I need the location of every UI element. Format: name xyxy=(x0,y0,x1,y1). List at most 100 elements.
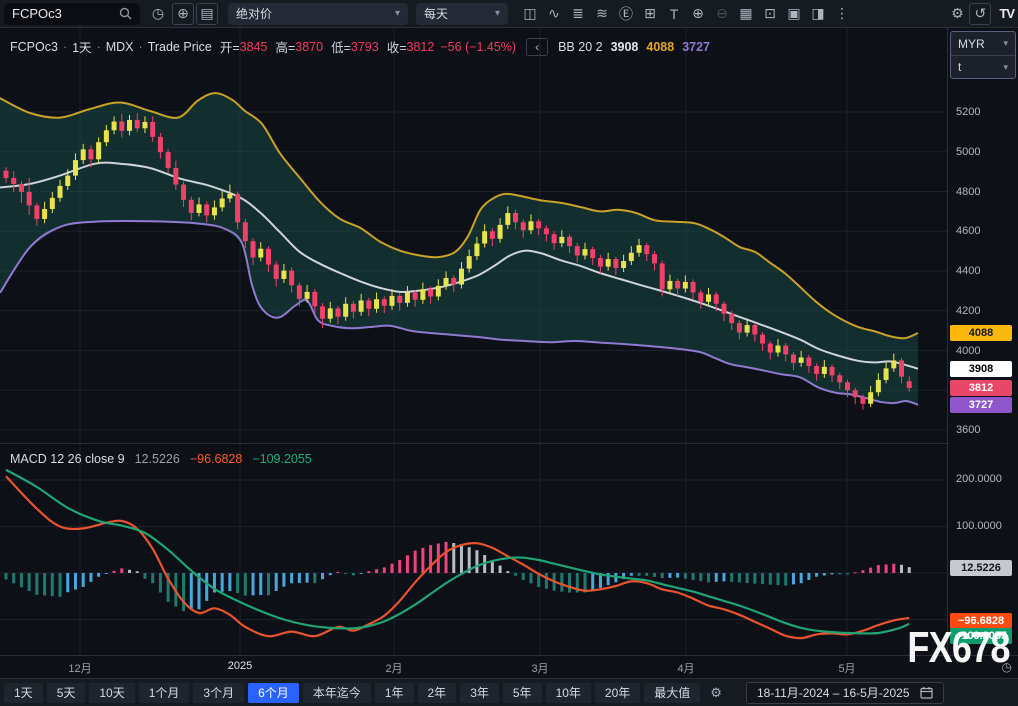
range-button-1个月[interactable]: 1个月 xyxy=(139,683,190,703)
clock-icon[interactable]: ◷ xyxy=(146,3,170,25)
macd-pane[interactable] xyxy=(0,443,947,655)
bb-lower-value: 3727 xyxy=(682,40,710,54)
zoom-out-icon: ⊖ xyxy=(710,3,734,25)
range-button-6个月[interactable]: 6个月 xyxy=(248,683,299,703)
date-range-text: 18-11月-2024 – 16-5月-2025 xyxy=(757,684,910,701)
patterns-icon[interactable]: ≋ xyxy=(590,3,614,25)
legend-symbol[interactable]: FCPOc3 xyxy=(10,40,58,54)
time-label-5月[interactable]: 5月 xyxy=(838,660,855,676)
currency-label: MYR xyxy=(958,37,985,51)
more-options-icon[interactable]: ⋮ xyxy=(830,3,854,25)
low-value: 3793 xyxy=(351,40,379,54)
unit-label: t xyxy=(958,60,961,74)
range-button-10天[interactable]: 10天 xyxy=(89,683,134,703)
symbol-search-input[interactable]: FCPOc3 xyxy=(4,3,140,25)
add-symbol-icon[interactable]: ⊕ xyxy=(172,3,194,25)
data-table-icon[interactable]: ▦ xyxy=(734,3,758,25)
high-label: 高= xyxy=(275,37,295,56)
folder-icon[interactable]: ▤ xyxy=(196,3,218,25)
macd-hist-value: 12.5226 xyxy=(135,452,180,466)
legend-separator: · xyxy=(63,40,67,54)
chart-type-icon[interactable]: ◫ xyxy=(518,3,542,25)
range-button-5天[interactable]: 5天 xyxy=(47,683,86,703)
indicator-templates-icon[interactable]: ≣ xyxy=(566,3,590,25)
price-axis[interactable]: MYR ▾ t ▾ 520050004800460044004200400036… xyxy=(947,28,1018,655)
range-button-10年[interactable]: 10年 xyxy=(546,683,591,703)
trading-chart-app: FCPOc3 ◷⊕▤ 绝对价 ▾ 每天 ▾ ◫∿≣≋Ⓔ⊞T⊕⊖▦⊡▣◨⋮ ⚙ ↺… xyxy=(0,0,1018,706)
clock-icon[interactable]: ◷ xyxy=(1002,660,1012,674)
macd-indicator-title[interactable]: MACD 12 26 close 9 xyxy=(10,452,125,466)
text-tool-icon[interactable]: T xyxy=(662,3,686,25)
compare-icon[interactable]: ⊞ xyxy=(638,3,662,25)
range-button-5年[interactable]: 5年 xyxy=(503,683,542,703)
publish-icon[interactable]: ◨ xyxy=(806,3,830,25)
close-label: 收= xyxy=(387,37,407,56)
price-pane[interactable] xyxy=(0,28,947,443)
open-label: 开= xyxy=(220,37,240,56)
chart-area: FCPOc3 · 1天 · MDX · Trade Price 开=3845 高… xyxy=(0,28,1018,678)
price-tick-4600: 4600 xyxy=(956,223,980,239)
undo-icon[interactable]: ↺ xyxy=(969,3,991,25)
layout-icon[interactable]: ▣ xyxy=(782,3,806,25)
currency-dropdown[interactable]: MYR ▾ xyxy=(951,32,1015,55)
range-button-2年[interactable]: 2年 xyxy=(418,683,457,703)
price-tick-4400: 4400 xyxy=(956,263,980,279)
close-value: 3812 xyxy=(407,40,435,54)
toolbar-right-icons: ◫∿≣≋Ⓔ⊞T⊕⊖▦⊡▣◨⋮ xyxy=(518,3,854,25)
time-label-12月[interactable]: 12月 xyxy=(68,660,91,676)
price-tick-5200: 5200 xyxy=(956,104,980,120)
range-button-1天[interactable]: 1天 xyxy=(4,683,43,703)
toolbar-left-icons: ◷⊕▤ xyxy=(146,3,218,25)
range-settings-gear-icon[interactable]: ⚙ xyxy=(704,683,728,703)
price-legend: FCPOc3 · 1天 · MDX · Trade Price 开=3845 高… xyxy=(10,37,710,56)
snapshot-icon[interactable]: ⊡ xyxy=(758,3,782,25)
chevron-down-icon: ▾ xyxy=(1003,62,1008,73)
range-button-本年迄今[interactable]: 本年迄今 xyxy=(303,683,371,703)
price-mode-dropdown[interactable]: 绝对价 ▾ xyxy=(228,3,408,25)
chevron-down-icon: ▾ xyxy=(495,8,500,19)
range-button-20年[interactable]: 20年 xyxy=(595,683,640,703)
calendar-icon xyxy=(920,686,933,699)
time-label-4月[interactable]: 4月 xyxy=(677,660,694,676)
price-badge-3812: 3812 xyxy=(950,380,1012,396)
price-badge-3727: 3727 xyxy=(950,397,1012,413)
zoom-in-icon[interactable]: ⊕ xyxy=(686,3,710,25)
open-value: 3845 xyxy=(240,40,268,54)
date-range-picker[interactable]: 18-11月-2024 – 16-5月-2025 xyxy=(746,682,944,704)
macd-badge: −96.6828 xyxy=(950,613,1012,629)
unit-dropdown[interactable]: t ▾ xyxy=(951,55,1015,78)
bottom-toolbar: 1天5天10天1个月3个月6个月本年迄今1年2年3年5年10年20年最大值 ⚙ … xyxy=(0,678,1018,706)
range-button-最大值[interactable]: 最大值 xyxy=(644,683,700,703)
axis-unit-selector: MYR ▾ t ▾ xyxy=(950,31,1016,79)
price-tick-4800: 4800 xyxy=(956,184,980,200)
range-button-1年[interactable]: 1年 xyxy=(375,683,414,703)
range-button-3年[interactable]: 3年 xyxy=(460,683,499,703)
legend-interval[interactable]: 1天 xyxy=(72,37,91,56)
range-button-3个月[interactable]: 3个月 xyxy=(193,683,244,703)
time-label-2025[interactable]: 2025 xyxy=(228,660,252,672)
bb-indicator-title[interactable]: BB 20 2 xyxy=(558,40,602,54)
legend-separator: · xyxy=(97,40,101,54)
bb-upper-value: 4088 xyxy=(646,40,674,54)
chevron-down-icon: ▾ xyxy=(395,8,400,19)
legend-collapse-button[interactable]: ‹ xyxy=(526,38,548,56)
time-axis[interactable]: ◷ 12月 2025 2月 3月 4月 5月 xyxy=(0,655,1018,678)
tradingview-logo[interactable]: TV xyxy=(999,6,1014,21)
price-tick-3600: 3600 xyxy=(956,422,980,438)
search-icon xyxy=(119,7,132,20)
time-label-2月[interactable]: 2月 xyxy=(385,660,402,676)
legend-separator: · xyxy=(139,40,143,54)
price-tick-4000: 4000 xyxy=(956,343,980,359)
top-toolbar: FCPOc3 ◷⊕▤ 绝对价 ▾ 每天 ▾ ◫∿≣≋Ⓔ⊞T⊕⊖▦⊡▣◨⋮ ⚙ ↺… xyxy=(0,0,1018,28)
macd-line-value: −96.6828 xyxy=(190,452,242,466)
toolbar-far-right: ⚙ ↺ TV xyxy=(945,3,1014,25)
legend-series-type: Trade Price xyxy=(148,40,212,54)
macd-badge: −109.2055 xyxy=(950,628,1012,644)
events-icon[interactable]: Ⓔ xyxy=(614,3,638,25)
indicators-icon[interactable]: ∿ xyxy=(542,3,566,25)
settings-gear-icon[interactable]: ⚙ xyxy=(945,3,969,25)
time-label-3月[interactable]: 3月 xyxy=(531,660,548,676)
chevron-down-icon: ▾ xyxy=(1003,38,1008,49)
interval-dropdown[interactable]: 每天 ▾ xyxy=(416,3,508,25)
interval-label: 每天 xyxy=(424,5,448,22)
